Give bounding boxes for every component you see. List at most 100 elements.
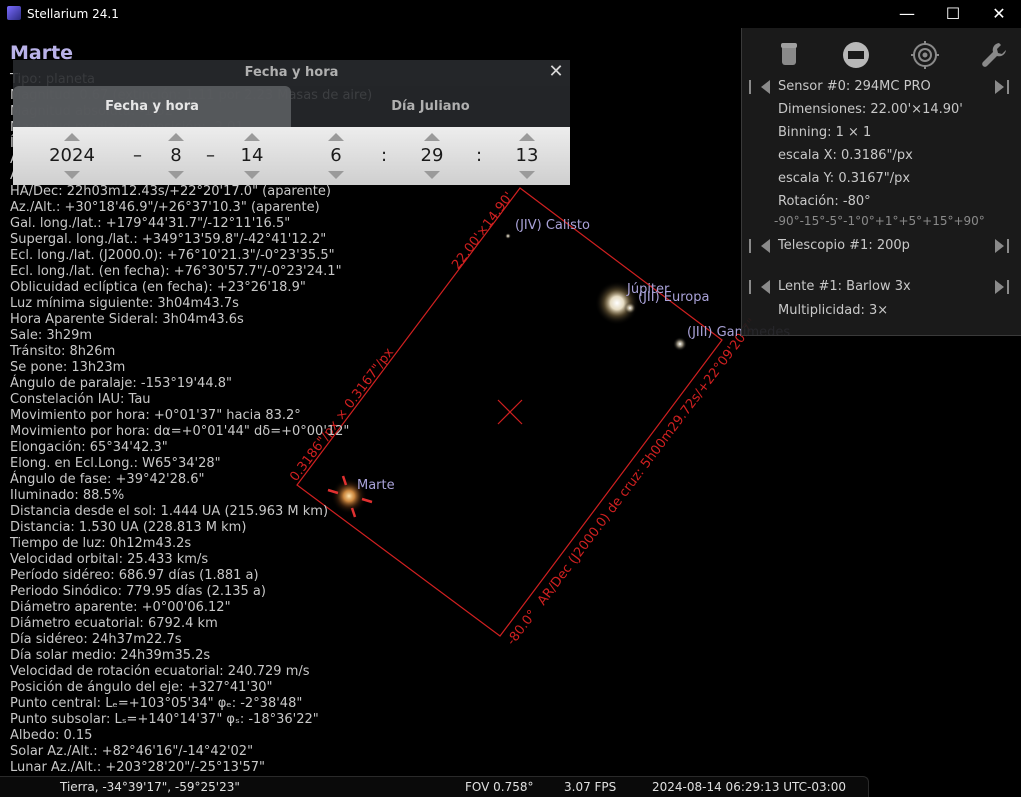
year-spinbox[interactable]: 2024 <box>33 127 111 185</box>
info-row: Velocidad orbital: 25.433 km/s <box>10 552 209 567</box>
window-title: Stellarium 24.1 <box>27 7 119 21</box>
next-lens-button[interactable] <box>995 280 1009 294</box>
time-separator: : <box>381 145 388 166</box>
dialog-tabs: Fecha y hora Día Juliano <box>13 86 570 127</box>
info-row: Movimiento por hora: +0°01'37" hacia 83.… <box>10 408 301 423</box>
oculars-panel: Sensor #0: 294MC PRO Dimensiones: 22.00'… <box>741 28 1021 336</box>
datetime-dialog: Fecha y hora ✕ Fecha y hora Día Juliano … <box>13 60 570 185</box>
second-spinbox[interactable]: 13 <box>508 127 546 185</box>
info-row: Día sidéreo: 24h37m22.7s <box>10 632 182 647</box>
europa-label: (JII) Europa <box>638 290 710 305</box>
location-readout[interactable]: Tierra, -34°39'17", -59°25'23" <box>60 780 240 794</box>
telescope-name: Telescopio #1: 200p <box>778 238 910 253</box>
fov-readout: FOV 0.758° <box>465 780 534 794</box>
minimize-button[interactable]: — <box>884 0 930 28</box>
crosshair-icon <box>497 399 523 425</box>
second-value[interactable]: 13 <box>508 146 546 166</box>
sensor-icon[interactable] <box>841 40 871 70</box>
prev-lens-button[interactable] <box>749 280 770 294</box>
stellarium-logo-icon <box>7 6 21 20</box>
calisto-label: (JIV) Calisto <box>515 218 590 233</box>
info-row: Diámetro aparente: +0°00'06.12" <box>10 600 231 615</box>
info-row: Hora Aparente Sideral: 3h04m43.6s <box>10 312 244 327</box>
second-down-arrow-icon[interactable] <box>519 171 535 179</box>
frame-label-bottom: -80.0° <box>504 607 540 648</box>
lens-multiplicity: Multiplicidad: 3× <box>778 303 889 318</box>
telrad-icon[interactable] <box>910 40 940 70</box>
info-row: Se pone: 13h23m <box>10 360 126 375</box>
info-row: Punto central: Lₑ=+103°05'34" φₑ: -2°38'… <box>10 696 303 711</box>
tab-date-time[interactable]: Fecha y hora <box>13 86 291 127</box>
next-sensor-button[interactable] <box>995 80 1009 94</box>
time-separator: : <box>476 145 483 166</box>
info-row: Iluminado: 88.5% <box>10 488 125 503</box>
info-row: Período sidéreo: 686.97 días (1.881 a) <box>10 568 259 583</box>
wrench-icon[interactable] <box>979 40 1009 70</box>
maximize-button[interactable]: ☐ <box>930 0 976 28</box>
info-row: Gal. long./lat.: +179°44'31.7"/-12°11'16… <box>10 216 291 231</box>
europa-moon[interactable] <box>624 302 636 314</box>
hour-spinbox[interactable]: 6 <box>319 127 353 185</box>
sensor-name: Sensor #0: 294MC PRO <box>778 79 931 94</box>
info-row: Elongación: 65°34'42.3" <box>10 440 168 455</box>
day-value[interactable]: 14 <box>235 146 269 166</box>
month-value[interactable]: 8 <box>159 146 193 166</box>
info-row: Luz mínima siguiente: 3h04m43.7s <box>10 296 239 311</box>
year-value[interactable]: 2024 <box>33 146 111 166</box>
ocular-icon[interactable] <box>774 40 804 70</box>
info-row: Solar Az./Alt.: +82°46'16"/-14°42'02" <box>10 744 254 759</box>
title-bar: Stellarium 24.1 — ☐ ✕ <box>0 0 1021 28</box>
next-telescope-button[interactable] <box>995 239 1009 253</box>
info-row: HA/Dec: 22h03m12.43s/+22°20'17.0" (apare… <box>10 184 331 199</box>
sensor-rotation: Rotación: -80° <box>778 194 871 209</box>
day-up-arrow-icon[interactable] <box>244 133 260 141</box>
prev-sensor-button[interactable] <box>749 80 770 94</box>
minute-up-arrow-icon[interactable] <box>424 133 440 141</box>
datetime-readout[interactable]: 2024-08-14 06:29:13 UTC-03:00 <box>652 780 846 794</box>
sensor-binning: Binning: 1 × 1 <box>778 125 872 140</box>
sensor-scale-x: escala X: 0.3186"/px <box>778 148 913 163</box>
info-row: Lunar Az./Alt.: +203°28'20"/-25°13'57" <box>10 760 266 775</box>
frame-label-top: 22.00'×14.90' <box>449 190 517 273</box>
info-row: Ángulo de fase: +39°42'28.6" <box>10 472 205 487</box>
info-row: Posición de ángulo del eje: +327°41'30" <box>10 680 273 695</box>
month-down-arrow-icon[interactable] <box>168 171 184 179</box>
hour-up-arrow-icon[interactable] <box>328 133 344 141</box>
rotation-scale[interactable]: -90°-15°-5°-1°0°+1°+5°+15°+90° <box>774 214 985 228</box>
year-up-arrow-icon[interactable] <box>64 133 80 141</box>
info-row: Distancia desde el sol: 1.444 UA (215.96… <box>10 504 329 519</box>
dialog-title[interactable]: Fecha y hora <box>13 60 570 86</box>
hour-down-arrow-icon[interactable] <box>328 171 344 179</box>
dialog-close-button[interactable]: ✕ <box>546 61 566 83</box>
day-down-arrow-icon[interactable] <box>244 171 260 179</box>
info-row: Supergal. long./lat.: +349°13'59.8"/-42°… <box>10 232 327 247</box>
year-down-arrow-icon[interactable] <box>64 171 80 179</box>
month-spinbox[interactable]: 8 <box>159 127 193 185</box>
minute-down-arrow-icon[interactable] <box>424 171 440 179</box>
info-row: Velocidad de rotación ecuatorial: 240.72… <box>10 664 310 679</box>
tab-julian-day[interactable]: Día Juliano <box>291 86 570 127</box>
minute-spinbox[interactable]: 29 <box>413 127 451 185</box>
month-up-arrow-icon[interactable] <box>168 133 184 141</box>
info-row: Distancia: 1.530 UA (228.813 M km) <box>10 520 247 535</box>
datetime-fields: 2024 – 8 – 14 6 : 29 : 13 <box>13 127 570 185</box>
sensor-dimensions: Dimensiones: 22.00'×14.90' <box>778 102 963 117</box>
day-spinbox[interactable]: 14 <box>235 127 269 185</box>
status-bar: Tierra, -34°39'17", -59°25'23" FOV 0.758… <box>0 776 869 797</box>
info-row: Ángulo de paralaje: -153°19'44.8" <box>10 376 232 391</box>
lens-name: Lente #1: Barlow 3x <box>778 279 911 294</box>
calisto-moon[interactable] <box>505 233 511 239</box>
date-separator: – <box>133 145 142 166</box>
info-row: Sale: 3h29m <box>10 328 93 343</box>
ganimedes-moon[interactable] <box>673 337 687 351</box>
prev-telescope-button[interactable] <box>749 239 770 253</box>
info-row: Oblicuidad eclíptica (en fecha): +23°26'… <box>10 280 306 295</box>
minute-value[interactable]: 29 <box>413 146 451 166</box>
info-row: Movimiento por hora: dα=+0°01'44" dδ=+0°… <box>10 424 350 439</box>
fps-readout: 3.07 FPS <box>564 780 617 794</box>
close-window-button[interactable]: ✕ <box>976 0 1021 28</box>
info-row: Día solar medio: 24h39m35.2s <box>10 648 211 663</box>
info-row: Constelación IAU: Tau <box>10 392 151 407</box>
second-up-arrow-icon[interactable] <box>519 133 535 141</box>
hour-value[interactable]: 6 <box>319 146 353 166</box>
